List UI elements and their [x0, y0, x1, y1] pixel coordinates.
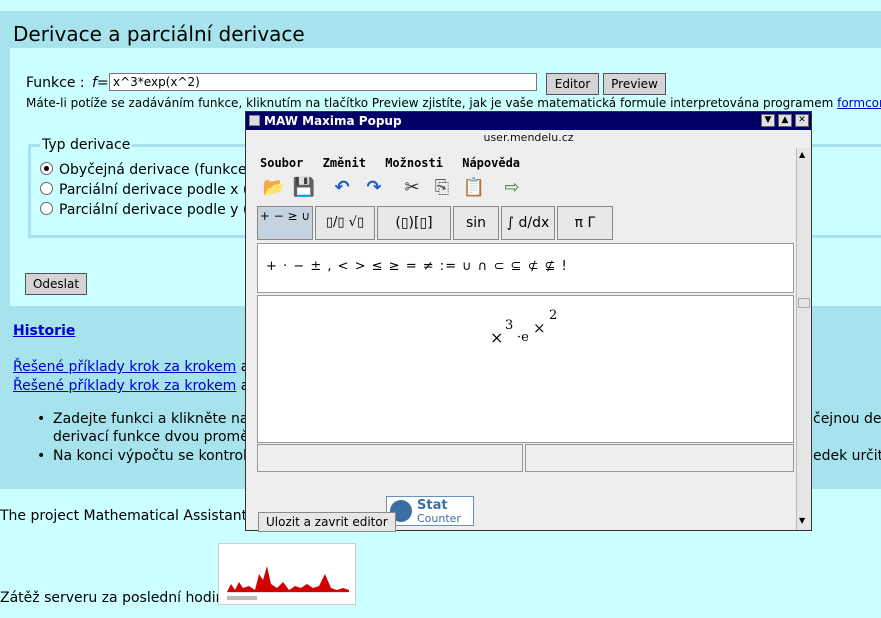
f-label: f= — [92, 75, 109, 91]
radio-icon[interactable] — [40, 182, 53, 195]
tab-fractions[interactable]: ▯/▯ √▯ — [315, 206, 375, 240]
svg-text:2: 2 — [549, 308, 557, 323]
symbol-palette[interactable]: + · − ± , < > ≤ ≥ = ≠ := ∪ ∩ ⊂ ⊆ ⊄ ⊈ ! — [257, 243, 794, 293]
server-load-graph[interactable] — [218, 543, 356, 605]
popup-scrollbar[interactable]: ▲ ▼ — [796, 148, 810, 530]
function-label: Funkce : — [26, 75, 85, 91]
submit-button[interactable]: Odeslat — [25, 273, 87, 295]
tab-calculus[interactable]: ∫ d/dx — [501, 206, 555, 240]
bullet-icon: • — [37, 448, 46, 464]
symbol-row[interactable]: + · − ± , < > ≤ ≥ = ≠ := ∪ ∩ ⊂ ⊆ ⊄ ⊈ ! — [266, 259, 568, 274]
tab-functions[interactable]: sin — [453, 206, 499, 240]
bullet-2-right: edek určité — [813, 448, 881, 464]
footer-server-load: Zátěž serveru za poslední hodinu: — [0, 590, 239, 606]
status-field-left — [257, 444, 523, 472]
svg-text:·e: ·e — [517, 330, 529, 345]
derivative-type-legend: Typ derivace — [40, 137, 133, 153]
bullet-1b: derivací funkce dvou proměnn — [53, 429, 267, 445]
menu-napoveda[interactable]: Nápověda — [462, 156, 520, 170]
svg-text:×: × — [490, 328, 503, 347]
copy-icon[interactable]: ⎘ — [430, 176, 454, 200]
save-close-button[interactable]: Ulozit a zavrit editor — [258, 512, 396, 532]
popup-url: user.mendelu.cz — [483, 131, 574, 144]
status-field-right — [525, 444, 794, 472]
radio-ordinary[interactable]: Obyčejná derivace (funkce je — [40, 162, 264, 178]
cut-icon[interactable]: ✂ — [400, 176, 424, 200]
redo-icon[interactable]: ↷ — [362, 176, 386, 200]
tab-operators[interactable]: + − ≥ ∪ — [257, 206, 313, 240]
save-icon[interactable]: 💾 — [292, 176, 316, 200]
formula-editor[interactable]: × 3 ·e × 2 — [257, 295, 794, 443]
examples-row-1: Řešené příklady krok za krokem a on — [13, 359, 271, 375]
menu-soubor[interactable]: Soubor — [260, 156, 303, 170]
export-icon[interactable]: ⇨ — [500, 176, 524, 200]
editor-button[interactable]: Editor — [546, 73, 599, 95]
formula-render: × 3 ·e × 2 — [490, 308, 557, 347]
function-input[interactable]: x^3*exp(x^2) — [109, 73, 537, 91]
examples-link-1[interactable]: Řešené příklady krok za krokem — [13, 359, 236, 375]
radio-checked-icon[interactable] — [40, 162, 53, 175]
undo-icon[interactable]: ↶ — [330, 176, 354, 200]
svg-text:×: × — [533, 319, 546, 337]
formconv-link[interactable]: formconv — [837, 96, 881, 110]
popup-menubar: Soubor Změnit Možnosti Nápověda — [260, 156, 532, 170]
radio-icon[interactable] — [40, 202, 53, 215]
bullet-1: Zadejte funkci a klikněte na tla — [53, 411, 271, 427]
window-icon — [249, 115, 260, 126]
statcounter-badge[interactable]: Stat Counter — [386, 496, 474, 526]
scroll-down-icon[interactable]: ▼ — [799, 516, 805, 525]
bullet-icon: • — [37, 411, 46, 427]
hint-text: Máte-li potíže se zadáváním funkce, klik… — [26, 96, 881, 110]
popup-titlebar[interactable]: MAW Maxima Popup ▼ ▲ ✕ — [246, 112, 811, 130]
bullet-1-right: čejnou deri — [813, 411, 881, 427]
preview-button[interactable]: Preview — [603, 73, 666, 95]
bullet-2: Na konci výpočtu se kontroluje — [53, 448, 269, 464]
scroll-up-icon[interactable]: ▲ — [799, 150, 805, 159]
tab-brackets[interactable]: (▯)[▯] — [377, 206, 451, 240]
page-title: Derivace a parciální derivace — [13, 22, 305, 46]
close-icon[interactable]: ✕ — [795, 114, 809, 127]
palette-tabs: + − ≥ ∪ ▯/▯ √▯ (▯)[▯] sin ∫ d/dx π Γ — [257, 206, 794, 242]
radio-partial-y[interactable]: Parciální derivace podle y (fu — [40, 202, 262, 218]
footer-project: The project Mathematical Assistant on — [0, 508, 270, 524]
menu-moznosti[interactable]: Možnosti — [385, 156, 443, 170]
maximize-icon[interactable]: ▲ — [778, 114, 792, 127]
scroll-thumb[interactable] — [798, 298, 810, 308]
open-folder-icon[interactable]: 📂 — [262, 176, 286, 200]
history-link[interactable]: Historie — [13, 323, 75, 339]
menu-zmenit[interactable]: Změnit — [323, 156, 366, 170]
tab-greek[interactable]: π Γ — [557, 206, 613, 240]
svg-text:3: 3 — [505, 318, 513, 333]
minimize-icon[interactable]: ▼ — [761, 114, 775, 127]
server-load-chart-image — [219, 544, 355, 604]
paste-icon[interactable]: 📋 — [462, 176, 486, 200]
maxima-popup-window: MAW Maxima Popup ▼ ▲ ✕ user.mendelu.cz S… — [245, 111, 812, 532]
examples-link-2[interactable]: Řešené příklady krok za krokem — [13, 378, 236, 394]
radio-partial-x[interactable]: Parciální derivace podle x (fu — [40, 182, 262, 198]
examples-row-2: Řešené příklady krok za krokem a on — [13, 378, 271, 394]
